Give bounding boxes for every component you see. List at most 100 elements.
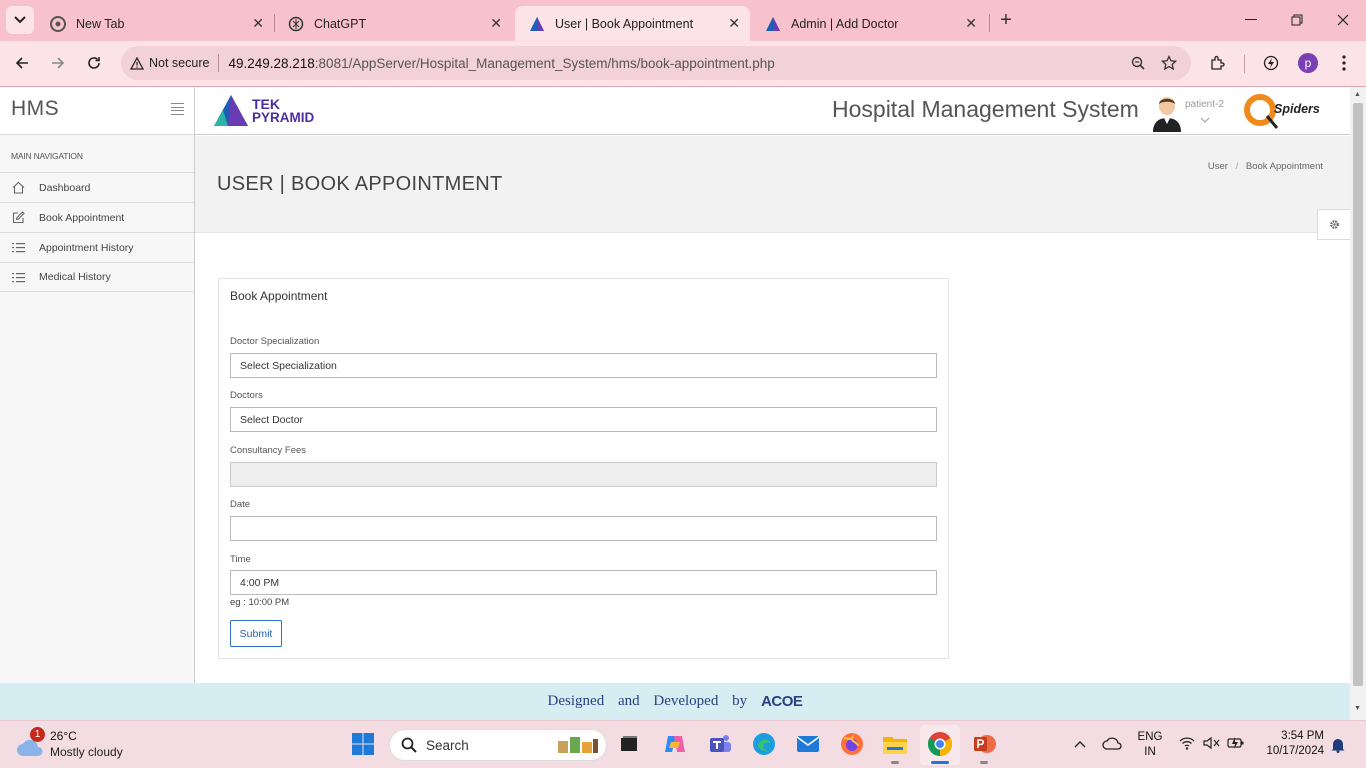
zoom-icon[interactable] bbox=[1131, 56, 1145, 70]
wifi-icon[interactable] bbox=[1179, 736, 1195, 753]
openai-icon bbox=[288, 16, 304, 32]
file-explorer-button[interactable] bbox=[882, 731, 908, 764]
url-host: 49.249.28.218 bbox=[228, 55, 315, 71]
sidebar-item-label: Appointment History bbox=[39, 241, 134, 254]
date-field[interactable] bbox=[230, 516, 937, 541]
copilot-button[interactable] bbox=[662, 731, 688, 757]
teams-button[interactable] bbox=[707, 731, 733, 757]
task-view-button[interactable] bbox=[616, 731, 642, 757]
tab-new-tab[interactable]: New Tab ✕ bbox=[36, 6, 274, 41]
fees-field[interactable] bbox=[230, 462, 937, 487]
sidebar-item-label: Dashboard bbox=[39, 181, 91, 194]
submit-button[interactable]: Submit bbox=[230, 620, 282, 647]
page-scrollbar[interactable]: ▲ ▼ bbox=[1350, 87, 1366, 720]
battery-charging-icon[interactable] bbox=[1227, 736, 1245, 753]
tab-book-appointment[interactable]: User | Book Appointment ✕ bbox=[515, 6, 750, 41]
back-button[interactable] bbox=[8, 49, 36, 77]
chrome-button[interactable] bbox=[927, 731, 953, 764]
logo-text-line2: PYRAMID bbox=[252, 109, 315, 125]
sidebar-item-dashboard[interactable]: Dashboard bbox=[0, 172, 194, 202]
browser-tab-bar: New Tab ✕ ChatGPT ✕ User | Book Appointm… bbox=[0, 0, 1366, 41]
sidebar-item-book-appointment[interactable]: Book Appointment bbox=[0, 202, 194, 232]
scroll-up-icon[interactable]: ▲ bbox=[1354, 91, 1361, 98]
chevron-up-icon[interactable] bbox=[1074, 737, 1086, 751]
extensions-button[interactable] bbox=[1204, 49, 1232, 77]
plus-icon: + bbox=[1000, 8, 1012, 31]
notification-bell-icon[interactable] bbox=[1331, 737, 1345, 756]
restore-button[interactable] bbox=[1283, 6, 1311, 34]
arrow-right-icon bbox=[52, 57, 65, 69]
sidebar-item-medical-history[interactable]: Medical History bbox=[0, 262, 194, 292]
bookmark-star-icon[interactable] bbox=[1161, 55, 1177, 71]
list-icon bbox=[11, 270, 25, 284]
weather-widget[interactable]: 1 26°C Mostly cloudy bbox=[16, 727, 156, 761]
firefox-button[interactable] bbox=[839, 731, 865, 757]
edge-icon bbox=[753, 733, 775, 755]
breadcrumb-item[interactable]: User bbox=[1208, 161, 1228, 172]
tab-chatgpt[interactable]: ChatGPT ✕ bbox=[274, 6, 512, 41]
edge-button[interactable] bbox=[751, 731, 777, 757]
scroll-down-icon[interactable]: ▼ bbox=[1354, 705, 1361, 712]
close-icon[interactable]: ✕ bbox=[252, 15, 264, 32]
firefox-icon bbox=[841, 733, 863, 755]
search-highlight-icon bbox=[558, 737, 598, 753]
nav-section-label: MAIN NAVIGATION bbox=[11, 151, 83, 161]
sidebar-item-appointment-history[interactable]: Appointment History bbox=[0, 232, 194, 262]
folder-icon bbox=[883, 737, 907, 754]
specialization-select[interactable]: Select Specialization bbox=[230, 353, 937, 378]
tab-add-doctor[interactable]: Admin | Add Doctor ✕ bbox=[751, 6, 987, 41]
powerpoint-button[interactable] bbox=[971, 731, 997, 764]
time-field[interactable]: 4:00 PM bbox=[230, 570, 937, 595]
time-hint: eg : 10:00 PM bbox=[230, 597, 290, 608]
settings-toggle[interactable] bbox=[1317, 209, 1350, 240]
reload-button[interactable] bbox=[80, 49, 108, 77]
sidebar-item-label: Book Appointment bbox=[39, 211, 125, 224]
username-label[interactable]: patient-2 bbox=[1185, 99, 1224, 110]
triangle-logo-icon bbox=[765, 16, 781, 32]
acoe-logo: ACOE bbox=[761, 693, 803, 710]
tab-label: User | Book Appointment bbox=[555, 16, 694, 31]
start-button[interactable] bbox=[350, 731, 376, 757]
toolbar-divider bbox=[1244, 55, 1245, 73]
list-icon bbox=[11, 241, 25, 255]
minimize-button[interactable] bbox=[1237, 6, 1265, 34]
chevron-down-icon[interactable] bbox=[1200, 112, 1210, 126]
user-avatar[interactable] bbox=[1152, 94, 1182, 132]
mail-button[interactable] bbox=[795, 731, 821, 757]
address-bar[interactable]: Not secure 49.249.28.218:8081/AppServer/… bbox=[121, 46, 1191, 80]
doctor-select[interactable]: Select Doctor bbox=[230, 407, 937, 432]
pyramid-logo-icon bbox=[214, 95, 248, 126]
close-icon[interactable]: ✕ bbox=[965, 15, 977, 32]
close-window-button[interactable] bbox=[1329, 6, 1357, 34]
taskbar-search[interactable]: Search bbox=[389, 729, 607, 761]
onedrive-icon[interactable] bbox=[1102, 737, 1122, 753]
language-indicator[interactable]: ENG IN bbox=[1130, 730, 1170, 760]
copilot-icon bbox=[665, 736, 685, 752]
app-title: Hospital Management System bbox=[832, 96, 1139, 122]
system-clock[interactable]: 3:54 PM 10/17/2024 bbox=[1252, 729, 1324, 759]
avatar: p bbox=[1298, 53, 1318, 73]
new-tab-button[interactable]: + bbox=[992, 6, 1020, 34]
tab-search-button[interactable] bbox=[6, 6, 34, 34]
brand-logo[interactable]: HMS bbox=[11, 97, 59, 121]
qspiders-logo: Spiders bbox=[1243, 94, 1323, 130]
hamburger-menu-icon[interactable] bbox=[171, 103, 184, 115]
speaker-muted-icon[interactable] bbox=[1203, 736, 1220, 753]
puzzle-icon bbox=[1211, 55, 1225, 70]
scrollbar-thumb[interactable] bbox=[1353, 103, 1363, 686]
triangle-logo-icon bbox=[529, 16, 545, 32]
performance-button[interactable] bbox=[1257, 49, 1285, 77]
menu-button[interactable] bbox=[1330, 49, 1358, 77]
close-icon bbox=[1337, 14, 1349, 26]
profile-button[interactable]: p bbox=[1294, 49, 1322, 77]
clock-date: 10/17/2024 bbox=[1266, 745, 1324, 757]
page-title: USER | BOOK APPOINTMENT bbox=[217, 173, 503, 195]
close-icon[interactable]: ✕ bbox=[490, 15, 502, 32]
not-secure-label[interactable]: Not secure bbox=[149, 56, 209, 70]
forward-button[interactable] bbox=[44, 49, 72, 77]
teams-icon bbox=[710, 735, 731, 752]
close-icon[interactable]: ✕ bbox=[728, 15, 740, 32]
date-label: Date bbox=[230, 499, 251, 510]
restore-icon bbox=[1291, 14, 1303, 26]
sidebar: HMS MAIN NAVIGATION Dashboard Book Appoi… bbox=[0, 87, 195, 683]
